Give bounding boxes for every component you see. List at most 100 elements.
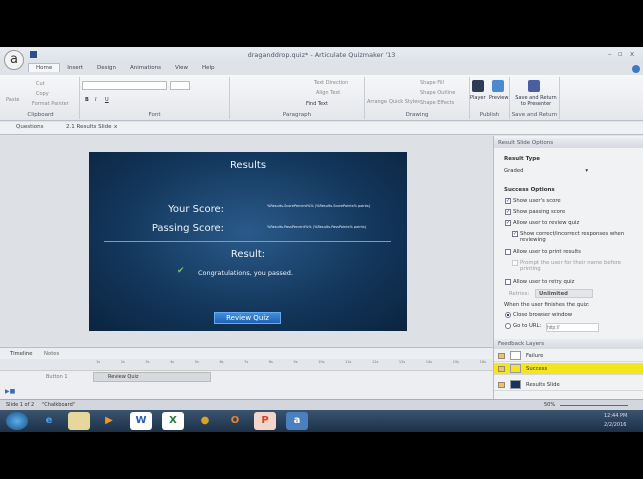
tab-results-slide[interactable]: 2.1 Results Slide — [66, 124, 112, 130]
close-tab-button[interactable]: x — [114, 124, 117, 130]
ie-icon[interactable]: e — [38, 412, 60, 430]
timeline-bar-review-quiz[interactable]: Review Quiz — [93, 372, 211, 382]
powerpoint-icon[interactable]: P — [254, 412, 276, 430]
tab-notes[interactable]: Notes — [44, 351, 59, 357]
tab-design[interactable]: Design — [90, 64, 123, 72]
goto-url-radio[interactable]: Go to URL: — [505, 323, 541, 329]
checkbox: ✓ — [505, 220, 511, 226]
timeline-tick: 11s — [345, 360, 352, 364]
cut-button[interactable]: Cut — [36, 81, 45, 87]
preview-button[interactable]: Preview — [489, 95, 508, 101]
media-player-icon[interactable]: ▶ — [98, 412, 120, 430]
find-text-button[interactable]: Find Text — [306, 101, 328, 107]
eye-icon[interactable] — [498, 381, 505, 388]
save-return-icon[interactable] — [528, 80, 540, 92]
result-type-value: Graded — [504, 168, 524, 174]
paste-button[interactable]: Paste — [6, 97, 20, 103]
radio — [505, 323, 511, 329]
quizmaker-icon[interactable]: a — [286, 412, 308, 430]
shape-outline-button[interactable]: Shape Outline — [420, 90, 455, 96]
save-icon[interactable] — [30, 51, 37, 58]
shape-fill-button[interactable]: Shape Fill — [420, 80, 444, 86]
show-responses-checkbox[interactable]: ✓ Show correct/incorrect responses when r… — [512, 231, 627, 243]
your-score-label: Your Score: — [168, 204, 224, 215]
retries-select[interactable]: Unlimited — [535, 289, 593, 298]
tab-questions[interactable]: Questions — [16, 124, 43, 130]
arrange-button[interactable]: Arrange — [367, 99, 387, 105]
allow-print-checkbox[interactable]: Allow user to print results — [505, 249, 581, 255]
tab-home[interactable]: Home — [28, 63, 61, 72]
allow-review-checkbox[interactable]: ✓ Allow user to review quiz — [505, 220, 579, 226]
copy-button[interactable]: Copy — [36, 91, 49, 97]
result-label: Result: — [230, 249, 266, 260]
layer-results-slide[interactable]: Results Slide — [494, 379, 643, 391]
checkbox: ✓ — [505, 198, 511, 204]
layer-success[interactable]: Success — [494, 363, 643, 375]
layer-failure[interactable]: Failure — [494, 350, 643, 362]
player-button[interactable]: Player — [470, 95, 486, 101]
clipboard-group: Paste Cut Copy Format Painter Clipboard — [2, 77, 80, 119]
preview-icon[interactable] — [492, 80, 504, 92]
chrome-icon[interactable]: ● — [194, 412, 216, 430]
quick-styles-button[interactable]: Quick Styles — [389, 99, 420, 105]
play-icon[interactable]: ▶■ — [5, 388, 15, 395]
maximize-button[interactable]: ▫ — [618, 50, 623, 58]
layer-thumbnail — [510, 380, 521, 389]
close-button[interactable]: x — [630, 50, 634, 58]
close-browser-radio[interactable]: Close browser window — [505, 312, 572, 318]
format-painter-button[interactable]: Format Painter — [32, 101, 69, 107]
tab-help[interactable]: Help — [195, 64, 222, 72]
help-icon[interactable] — [632, 65, 640, 73]
tab-timeline[interactable]: Timeline — [10, 351, 33, 357]
group-label: Paragraph — [282, 112, 312, 118]
option-label: Allow user to print results — [513, 249, 581, 255]
tab-animations[interactable]: Animations — [123, 64, 168, 72]
passing-score-value: %Results.PassPercent%% (%Results.PassPoi… — [267, 225, 367, 229]
option-label: Show user's score — [513, 198, 561, 204]
tab-insert[interactable]: Insert — [60, 64, 90, 72]
eye-icon[interactable] — [498, 352, 505, 359]
timeline-tick: 16s — [479, 360, 486, 364]
word-icon[interactable]: W — [130, 412, 152, 430]
start-button[interactable] — [6, 412, 28, 430]
eye-icon[interactable] — [498, 365, 505, 372]
minimize-button[interactable]: – — [608, 50, 612, 58]
slide-title: Results — [229, 160, 267, 171]
timeline-tick: 12s — [372, 360, 379, 364]
italic-button[interactable]: I — [95, 97, 96, 103]
result-slide-options-panel: Result Slide Options Result Type Graded ▾… — [493, 136, 643, 399]
app-logo[interactable]: a — [4, 50, 24, 70]
results-slide[interactable]: Results Your Score: %Results.ScorePercen… — [89, 152, 407, 331]
align-text-button[interactable]: Align Text — [316, 90, 340, 96]
result-type-select[interactable]: Graded ▾ — [502, 167, 592, 176]
show-passing-score-checkbox[interactable]: ✓ Show passing score — [505, 209, 565, 215]
prompt-name-checkbox[interactable]: Prompt the user for their name before pr… — [512, 260, 627, 272]
paragraph-group: Text Direction Align Text Find Text Para… — [230, 77, 365, 119]
allow-retry-checkbox[interactable]: Allow user to retry quiz — [505, 279, 574, 285]
checkbox — [512, 260, 518, 266]
excel-icon[interactable]: X — [162, 412, 184, 430]
option-label: Close browser window — [513, 312, 573, 318]
player-icon[interactable] — [472, 80, 484, 92]
review-quiz-button[interactable]: Review Quiz — [214, 312, 281, 324]
url-input[interactable] — [546, 323, 599, 332]
retries-label: Retries: — [509, 291, 530, 297]
underline-button[interactable]: U — [105, 97, 109, 103]
tab-view[interactable]: View — [168, 64, 195, 72]
outlook-icon[interactable]: O — [224, 412, 246, 430]
window-title: draganddrop.quiz* - Articulate Quizmaker… — [247, 51, 396, 59]
font-size-select[interactable] — [170, 81, 190, 90]
font-name-select[interactable] — [82, 81, 167, 90]
layer-thumbnail — [510, 351, 521, 360]
zoom-slider[interactable] — [560, 405, 628, 406]
timeline-tick: 9s — [293, 360, 298, 364]
show-score-checkbox[interactable]: ✓ Show user's score — [505, 198, 561, 204]
zoom-level: 50% — [544, 402, 556, 408]
text-direction-button[interactable]: Text Direction — [314, 80, 348, 86]
save-return-button[interactable]: Save and Return to Presenter — [512, 95, 560, 107]
bold-button[interactable]: B — [85, 97, 89, 103]
shape-effects-button[interactable]: Shape Effects — [420, 100, 454, 106]
timeline-ruler[interactable]: 1s 2s 3s 4s 5s 6s 7s 8s 9s 10s 11s 12s 13s 14s 15s 16s — [96, 360, 486, 370]
explorer-icon[interactable] — [68, 412, 90, 430]
your-score-value: %Results.ScorePercent%% (%Results.ScoreP… — [267, 204, 371, 208]
